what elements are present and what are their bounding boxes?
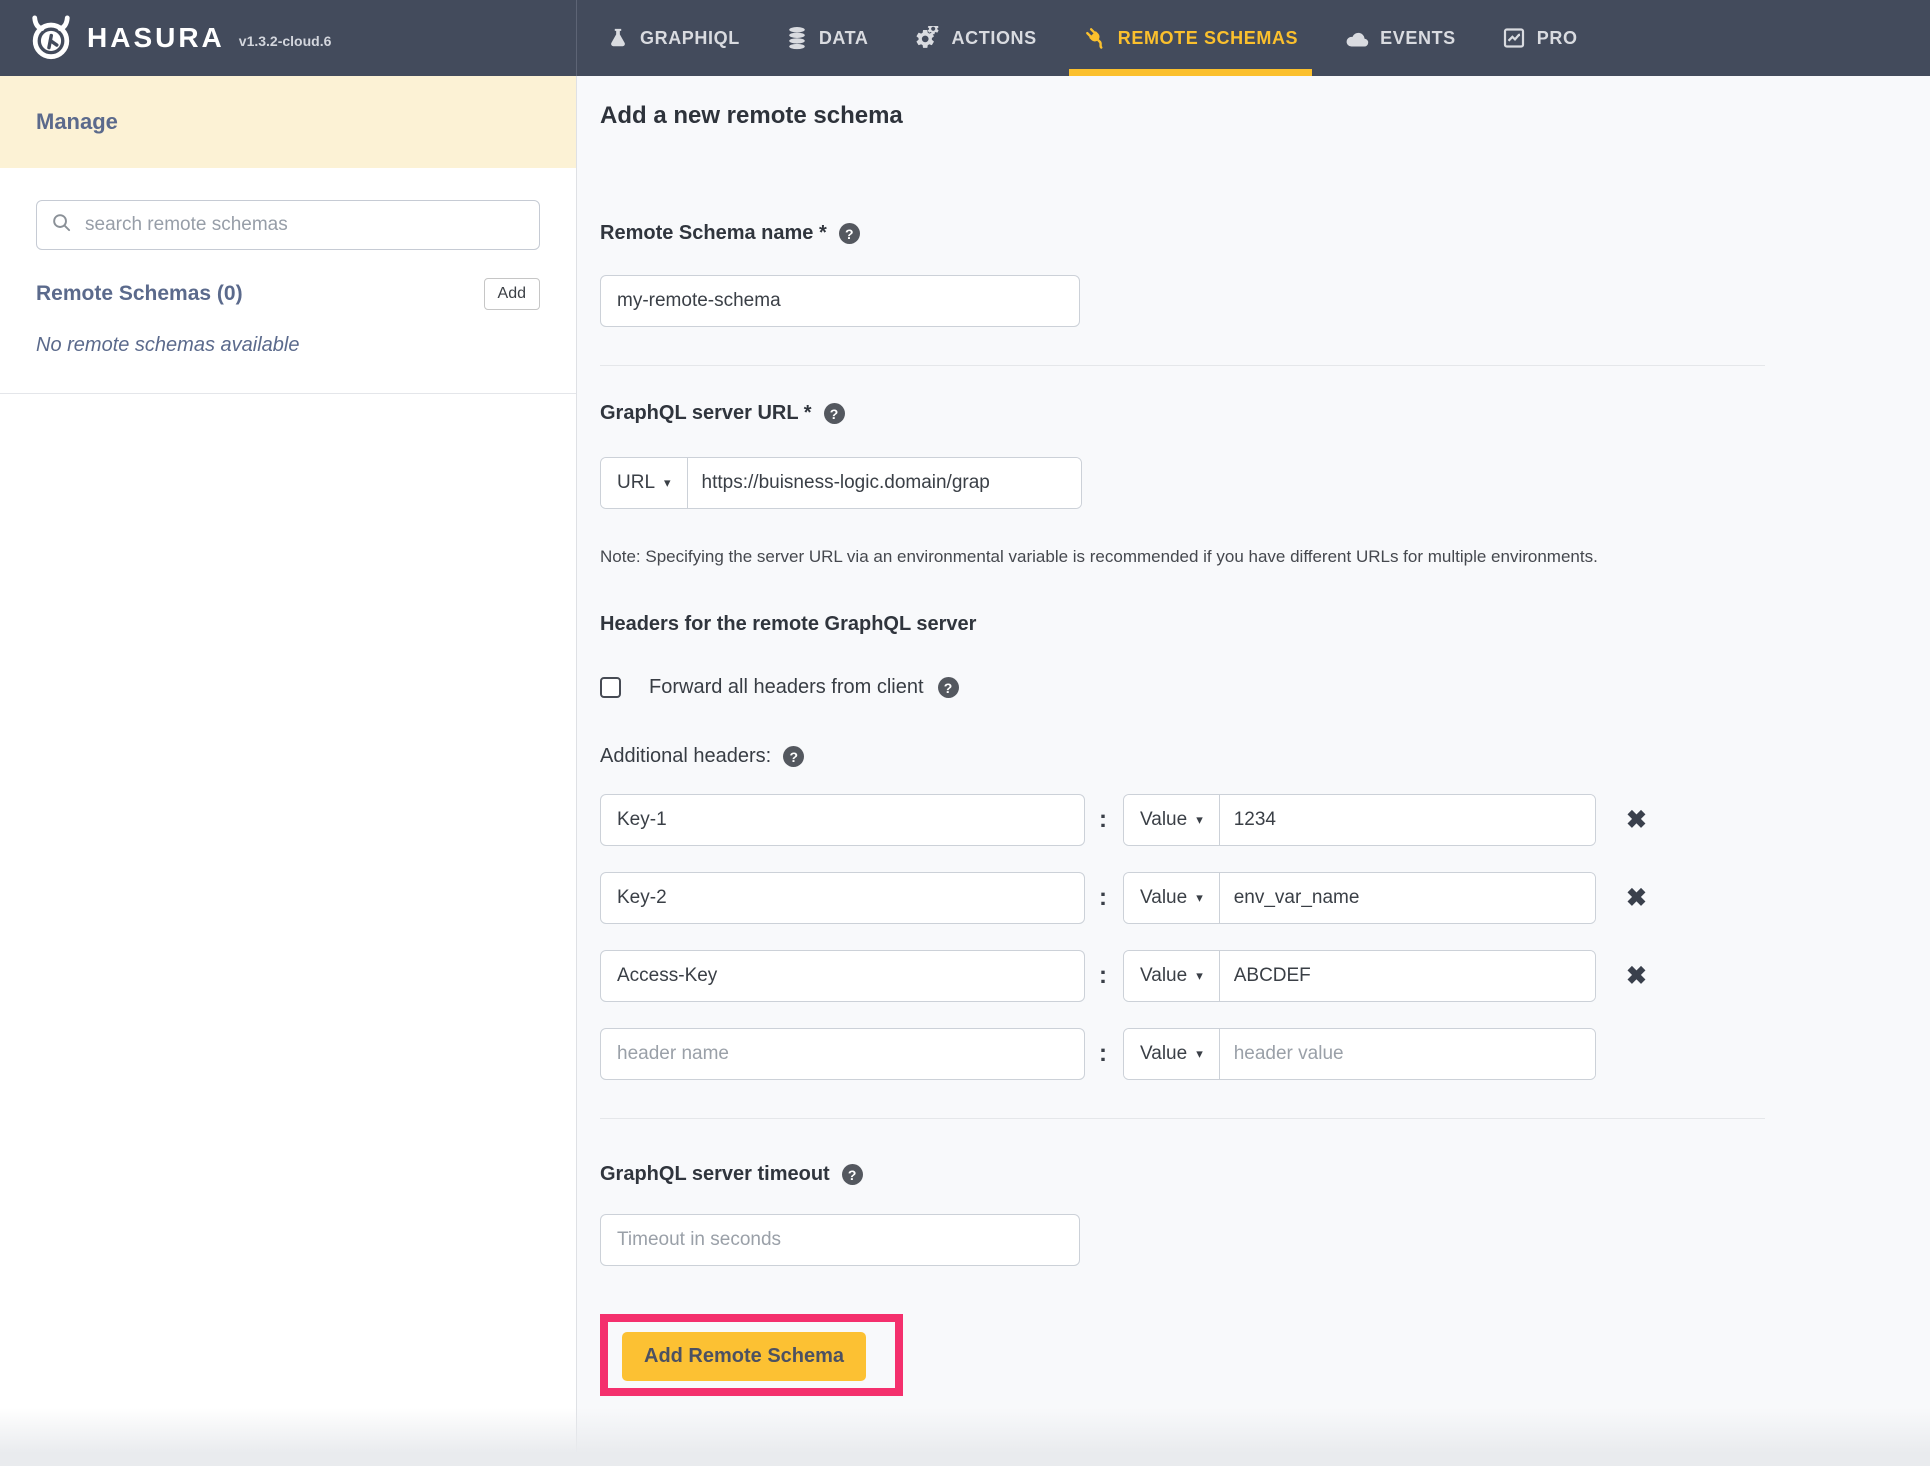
add-schema-sidebar-button[interactable]: Add bbox=[484, 278, 540, 310]
header-key-input[interactable] bbox=[600, 950, 1085, 1002]
header-key-input[interactable] bbox=[600, 794, 1085, 846]
search-input[interactable] bbox=[83, 213, 525, 237]
nav-item-label: EVENTS bbox=[1380, 28, 1456, 49]
colon-separator: : bbox=[1099, 962, 1107, 990]
header-row: : Value ▾ ✖ bbox=[600, 872, 1890, 924]
forward-headers-checkbox[interactable] bbox=[600, 677, 621, 698]
search-box bbox=[36, 200, 540, 250]
header-key-input[interactable] bbox=[600, 1028, 1085, 1080]
value-type-dropdown[interactable]: Value ▾ bbox=[1124, 873, 1220, 923]
nav-item-label: GRAPHIQL bbox=[640, 28, 740, 49]
server-url-group: URL ▾ bbox=[600, 457, 1082, 509]
main-content: Add a new remote schema Remote Schema na… bbox=[577, 76, 1930, 1466]
value-type-dropdown[interactable]: Value ▾ bbox=[1124, 795, 1220, 845]
forward-headers-row: Forward all headers from client ? bbox=[600, 676, 1890, 699]
nav-item-label: REMOTE SCHEMAS bbox=[1118, 28, 1298, 49]
nav-item-label: ACTIONS bbox=[952, 28, 1037, 49]
chevron-down-icon: ▾ bbox=[1196, 890, 1203, 906]
section-divider bbox=[600, 1118, 1765, 1119]
header-row: : Value ▾ bbox=[600, 1028, 1890, 1080]
header-value-input[interactable] bbox=[1220, 1029, 1595, 1079]
header-value-group: Value ▾ bbox=[1123, 1028, 1596, 1080]
nav-item-actions[interactable]: ACTIONS bbox=[915, 0, 1037, 76]
additional-headers-label: Additional headers: ? bbox=[600, 745, 1890, 768]
server-url-input[interactable] bbox=[688, 458, 1081, 508]
database-icon bbox=[786, 26, 808, 51]
help-icon[interactable]: ? bbox=[824, 403, 845, 424]
chevron-down-icon: ▾ bbox=[664, 475, 671, 491]
remove-header-button[interactable]: ✖ bbox=[1620, 807, 1653, 834]
url-note: Note: Specifying the server URL via an e… bbox=[600, 547, 1890, 567]
chart-icon bbox=[1502, 26, 1526, 50]
help-icon[interactable]: ? bbox=[783, 746, 804, 767]
colon-separator: : bbox=[1099, 806, 1107, 834]
header-key-input[interactable] bbox=[600, 872, 1085, 924]
nav-item-pro[interactable]: PRO bbox=[1502, 0, 1578, 76]
colon-separator: : bbox=[1099, 884, 1107, 912]
nav-item-remote-schemas[interactable]: REMOTE SCHEMAS bbox=[1083, 0, 1298, 76]
brand-version: v1.3.2-cloud.6 bbox=[239, 33, 332, 49]
search-icon bbox=[51, 212, 72, 238]
manage-title: Manage bbox=[36, 109, 118, 135]
schema-name-input[interactable] bbox=[600, 275, 1080, 327]
chevron-down-icon: ▾ bbox=[1196, 1046, 1203, 1062]
page-title: Add a new remote schema bbox=[600, 102, 1890, 130]
cloud-icon bbox=[1344, 27, 1369, 49]
header-value-input[interactable] bbox=[1220, 873, 1595, 923]
header-value-input[interactable] bbox=[1220, 951, 1595, 1001]
value-type-dropdown[interactable]: Value ▾ bbox=[1124, 951, 1220, 1001]
chevron-down-icon: ▾ bbox=[1196, 812, 1203, 828]
section-divider bbox=[600, 365, 1765, 366]
nav-item-label: PRO bbox=[1537, 28, 1578, 49]
forward-headers-label: Forward all headers from client ? bbox=[649, 676, 959, 699]
help-icon[interactable]: ? bbox=[839, 223, 860, 244]
gears-icon bbox=[915, 26, 941, 50]
timeout-input[interactable] bbox=[600, 1214, 1080, 1266]
nav-item-data[interactable]: DATA bbox=[786, 0, 869, 76]
header-row: : Value ▾ ✖ bbox=[600, 950, 1890, 1002]
remove-header-button[interactable]: ✖ bbox=[1620, 885, 1653, 912]
header-value-input[interactable] bbox=[1220, 795, 1595, 845]
server-url-label: GraphQL server URL * ? bbox=[600, 402, 1890, 425]
url-type-dropdown[interactable]: URL ▾ bbox=[601, 458, 688, 508]
sidebar-body: Remote Schemas (0) Add No remote schemas… bbox=[0, 168, 576, 394]
sidebar: Manage Remote Schemas (0) Add No remote … bbox=[0, 76, 577, 1466]
plug-icon bbox=[1083, 26, 1107, 50]
help-icon[interactable]: ? bbox=[842, 1164, 863, 1185]
sidebar-manage-header[interactable]: Manage bbox=[0, 76, 576, 168]
brand-name: HASURA bbox=[87, 22, 225, 54]
top-navbar: HASURA v1.3.2-cloud.6 GRAPHIQL DATA bbox=[0, 0, 1930, 76]
headers-section-title: Headers for the remote GraphQL server bbox=[600, 613, 1890, 636]
header-value-group: Value ▾ bbox=[1123, 950, 1596, 1002]
remote-schemas-count-title: Remote Schemas (0) bbox=[36, 282, 243, 306]
nav-item-label: DATA bbox=[819, 28, 869, 49]
value-type-dropdown[interactable]: Value ▾ bbox=[1124, 1029, 1220, 1079]
brand-area[interactable]: HASURA v1.3.2-cloud.6 bbox=[0, 0, 577, 76]
flask-icon bbox=[607, 26, 629, 50]
help-icon[interactable]: ? bbox=[938, 677, 959, 698]
chevron-down-icon: ▾ bbox=[1196, 968, 1203, 984]
empty-schemas-message: No remote schemas available bbox=[36, 334, 540, 357]
colon-separator: : bbox=[1099, 1040, 1107, 1068]
timeout-label: GraphQL server timeout ? bbox=[600, 1163, 1890, 1186]
remove-header-button[interactable]: ✖ bbox=[1620, 963, 1653, 990]
header-value-group: Value ▾ bbox=[1123, 872, 1596, 924]
nav-item-events[interactable]: EVENTS bbox=[1344, 0, 1456, 76]
nav-item-graphiql[interactable]: GRAPHIQL bbox=[607, 0, 740, 76]
add-remote-schema-button[interactable]: Add Remote Schema bbox=[622, 1332, 866, 1381]
additional-headers-list: : Value ▾ ✖ : Value ▾ bbox=[600, 794, 1890, 1080]
header-row: : Value ▾ ✖ bbox=[600, 794, 1890, 846]
annotation-highlight-box: Add Remote Schema bbox=[600, 1314, 903, 1396]
header-value-group: Value ▾ bbox=[1123, 794, 1596, 846]
nav-menu: GRAPHIQL DATA ACTIONS bbox=[607, 0, 1578, 76]
hasura-logo-icon bbox=[28, 15, 74, 61]
schema-name-label: Remote Schema name * ? bbox=[600, 222, 1890, 245]
